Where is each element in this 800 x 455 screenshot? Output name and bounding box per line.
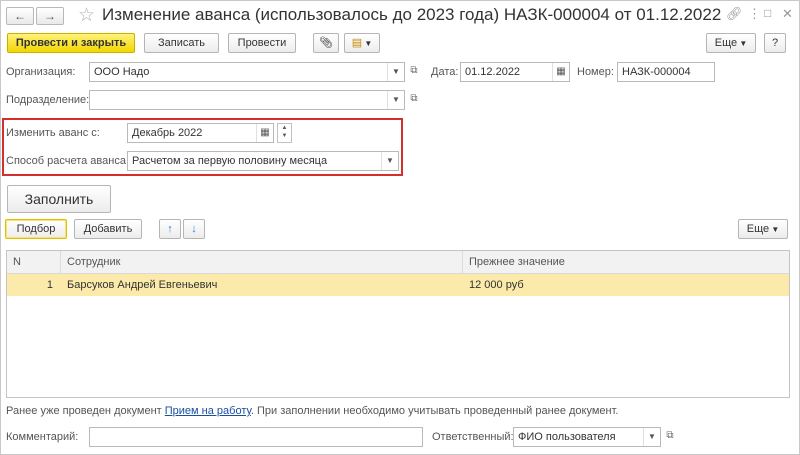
print-report-button[interactable]: ▤ ▼	[344, 33, 380, 53]
chevron-down-icon[interactable]: ▼	[643, 428, 660, 446]
arrow-up-icon: ↑	[167, 223, 173, 235]
move-down-button[interactable]: ↓	[183, 219, 205, 239]
table-row[interactable]: 1 Барсуков Андрей Евгеньевич 12 000 руб	[7, 274, 789, 296]
dept-label: Подразделение:	[6, 94, 90, 106]
chevron-down-icon[interactable]: ▼	[387, 63, 404, 81]
table-header: N Сотрудник Прежнее значение	[7, 251, 789, 274]
change-from-field[interactable]: Декабрь 2022 ▦	[127, 123, 274, 143]
open-link-icon[interactable]: ⧉	[407, 90, 421, 108]
comment-field[interactable]	[89, 427, 423, 447]
note-text-after: . При заполнении необходимо учитывать пр…	[250, 405, 619, 417]
change-from-label: Изменить аванс с:	[6, 127, 100, 139]
row-prev-value: 12 000 руб	[469, 279, 524, 291]
help-button[interactable]: ?	[764, 33, 786, 53]
method-value: Расчетом за первую половину месяца	[132, 155, 328, 167]
employees-table[interactable]: N Сотрудник Прежнее значение 1 Барсуков …	[6, 250, 790, 398]
more-label: Еще	[714, 37, 738, 49]
table-more-button[interactable]: Еще ▼	[738, 219, 788, 239]
table-more-label: Еще	[746, 223, 770, 235]
row-employee: Барсуков Андрей Евгеньевич	[67, 279, 218, 291]
comment-label: Комментарий:	[6, 431, 79, 443]
back-button[interactable]: ←	[6, 7, 34, 25]
open-link-icon[interactable]: ⧉	[663, 427, 677, 445]
arrow-down-icon: ↓	[191, 223, 197, 235]
close-icon[interactable]: ✕	[782, 6, 793, 22]
arrow-left-icon: ←	[14, 9, 26, 23]
org-label: Организация:	[6, 66, 76, 78]
number-label: Номер:	[577, 66, 614, 78]
forward-button[interactable]: →	[36, 7, 64, 25]
org-field[interactable]: ООО Надо ▼	[89, 62, 405, 82]
date-field[interactable]: 01.12.2022 ▦	[460, 62, 570, 82]
link-icon[interactable]: 🔗︎	[726, 6, 743, 22]
date-value: 01.12.2022	[465, 66, 521, 78]
method-select[interactable]: Расчетом за первую половину месяца ▼	[127, 151, 399, 171]
month-spinner[interactable]: ▲ ▼	[277, 123, 292, 143]
number-value: НАЗК-000004	[622, 66, 691, 78]
maximize-icon[interactable]: □	[764, 6, 771, 20]
window-title: Изменение аванса (использовалось до 2023…	[102, 5, 722, 24]
responsible-field[interactable]: ФИО пользователя ▼	[513, 427, 661, 447]
move-up-button[interactable]: ↑	[159, 219, 181, 239]
dept-field[interactable]: ▼	[89, 90, 405, 110]
calendar-icon[interactable]: ▦	[256, 124, 273, 142]
column-header-employee[interactable]: Сотрудник	[61, 251, 463, 273]
more-button[interactable]: Еще ▼	[706, 33, 756, 53]
org-value: ООО Надо	[94, 66, 150, 78]
chevron-down-icon[interactable]: ▼	[387, 91, 404, 109]
chevron-down-icon: ▼	[362, 39, 373, 48]
method-label: Способ расчета аванса:	[6, 155, 130, 167]
date-label: Дата:	[431, 66, 459, 78]
report-icon: ▤	[351, 37, 363, 49]
post-and-close-button[interactable]: Провести и закрыть	[7, 33, 135, 53]
open-link-icon[interactable]: ⧉	[407, 62, 421, 80]
note-text-before: Ранее уже проведен документ	[6, 405, 165, 417]
column-header-prev-value[interactable]: Прежнее значение	[463, 251, 789, 273]
hire-document-link[interactable]: Прием на работу	[165, 405, 251, 417]
chevron-down-icon[interactable]: ▼	[381, 152, 398, 170]
select-button[interactable]: Подбор	[5, 219, 67, 239]
add-button[interactable]: Добавить	[74, 219, 142, 239]
save-button[interactable]: Записать	[144, 33, 219, 53]
responsible-value: ФИО пользователя	[518, 431, 616, 443]
info-note: Ранее уже проведен документ Прием на раб…	[6, 405, 618, 417]
favorite-star-icon[interactable]: ☆	[78, 4, 95, 27]
calendar-icon[interactable]: ▦	[552, 63, 569, 81]
responsible-label: Ответственный:	[432, 431, 514, 443]
post-button[interactable]: Провести	[228, 33, 296, 53]
row-number: 1	[46, 279, 53, 291]
chevron-down-icon: ▼	[737, 39, 748, 48]
menu-dots-icon[interactable]: ⋮	[748, 6, 761, 22]
chevron-down-icon: ▼	[769, 225, 780, 234]
fill-button[interactable]: Заполнить	[7, 185, 111, 213]
arrow-right-icon: →	[44, 9, 56, 23]
attach-button[interactable]: 📎︎	[313, 33, 339, 53]
paperclip-icon: 📎︎	[319, 37, 333, 49]
column-header-n[interactable]: N	[7, 251, 61, 273]
number-field[interactable]: НАЗК-000004	[617, 62, 715, 82]
change-from-value: Декабрь 2022	[132, 127, 203, 139]
